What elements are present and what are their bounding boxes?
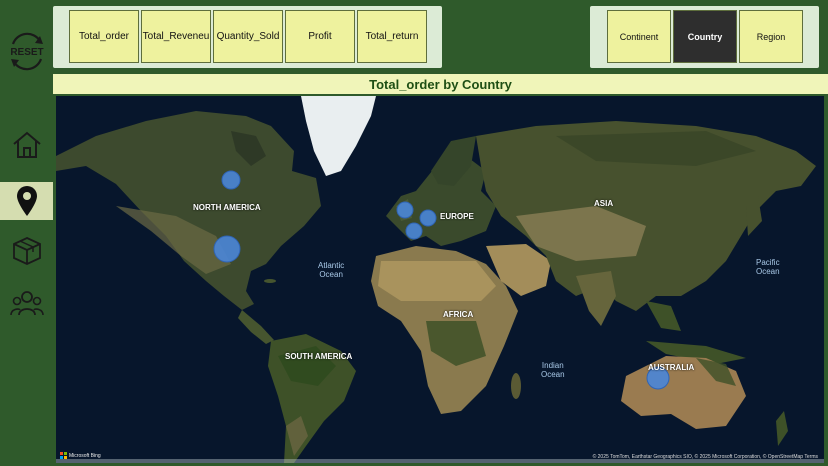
metric-button-quantity-sold[interactable]: Quantity_Sold <box>213 10 283 63</box>
metric-selector: Total_order Total_Reveneu Quantity_Sold … <box>53 6 442 68</box>
ocean-label-pacific: Pacific Ocean <box>756 258 780 276</box>
continent-label-asia: ASIA <box>594 199 614 208</box>
bubble-marker-france[interactable] <box>405 222 423 240</box>
nav-map-button[interactable] <box>0 182 53 220</box>
map-provider: Microsoft Bing <box>60 452 101 459</box>
reset-icon: RESET <box>10 32 44 71</box>
map-title: Total_order by Country <box>53 74 828 94</box>
level-button-region[interactable]: Region <box>739 10 803 63</box>
metric-button-total-revenue[interactable]: Total_Reveneu <box>141 10 211 63</box>
continent-label-north-america: NORTH AMERICA <box>193 203 261 212</box>
metric-button-total-return[interactable]: Total_return <box>357 10 427 63</box>
ocean-label-atlantic: Atlantic Ocean <box>318 261 345 279</box>
reset-label: RESET <box>10 47 43 58</box>
continent-label-south-america: SOUTH AMERICA <box>285 352 353 361</box>
bubble-layer <box>213 170 670 390</box>
continent-label-australia: AUSTRALIA <box>648 363 695 372</box>
box-icon <box>12 237 41 265</box>
bubble-marker-germany[interactable] <box>419 209 437 227</box>
sidebar: RESET <box>0 0 53 466</box>
world-map[interactable]: NORTH AMERICA EUROPE ASIA AFRICA SOUTH A… <box>56 96 824 463</box>
ocean-label-indian: Indian Ocean <box>541 361 565 379</box>
level-selector: Continent Country Region <box>590 6 819 68</box>
map-provider-label: Microsoft Bing <box>69 452 101 459</box>
nav-products-button[interactable] <box>0 232 53 270</box>
metric-button-total-order[interactable]: Total_order <box>69 10 139 63</box>
level-button-continent[interactable]: Continent <box>607 10 671 63</box>
level-button-country[interactable]: Country <box>673 10 737 63</box>
home-icon <box>12 131 41 158</box>
bubble-marker-canada[interactable] <box>221 170 241 190</box>
metric-button-profit[interactable]: Profit <box>285 10 355 63</box>
continent-label-africa: AFRICA <box>443 310 474 319</box>
nav-home-button[interactable] <box>0 126 53 164</box>
bubble-marker-united-states[interactable] <box>213 235 241 263</box>
nav-customers-button[interactable] <box>0 286 53 324</box>
reset-button[interactable]: RESET <box>6 28 48 74</box>
map-attribution[interactable]: © 2025 TomTom, Earthstar Geographics SIO… <box>593 454 818 460</box>
map-pin-icon <box>16 186 37 216</box>
continent-label-europe: EUROPE <box>440 212 474 221</box>
bubble-marker-united-kingdom[interactable] <box>396 201 414 219</box>
people-icon <box>9 291 44 316</box>
microsoft-logo-icon <box>60 452 67 459</box>
